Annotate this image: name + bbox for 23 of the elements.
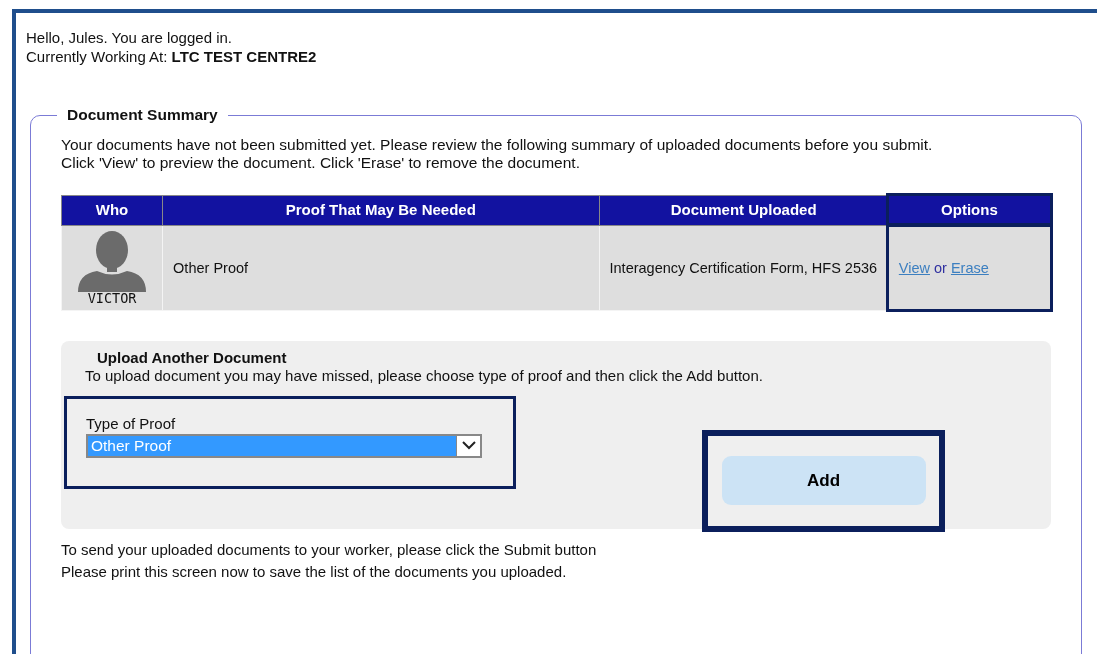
column-header: Document Uploaded bbox=[599, 195, 889, 226]
chevron-down-icon bbox=[461, 441, 476, 451]
note-text: To send your uploaded documents to your worker, please click the Submit button bbox=[61, 540, 598, 560]
table-cell: Interagency Certification Form, HFS 2536 bbox=[609, 259, 878, 276]
working-at-text: Currently Working At: LTC TEST CENTRE2 bbox=[26, 47, 318, 67]
table-cell: Other Proof bbox=[173, 259, 249, 276]
view-link[interactable]: View bbox=[898, 259, 930, 276]
add-button[interactable]: Add bbox=[721, 456, 926, 506]
note-text: Please print this screen now to save the list of the documents you uploaded. bbox=[61, 563, 568, 583]
or-text: or bbox=[933, 259, 948, 276]
column-header: Options bbox=[888, 195, 1051, 226]
column-header: Who bbox=[61, 195, 163, 226]
greeting-text: Hello, Jules. You are logged in. bbox=[26, 29, 233, 48]
field-label: Type of Proof bbox=[86, 415, 177, 434]
column-header: Proof That May Be Needed bbox=[162, 195, 600, 226]
instruction-text: Your documents have not been submitted yet. Please review the following summary of uploaded documents before you submit. bbox=[61, 135, 934, 155]
erase-link[interactable]: Erase bbox=[950, 259, 989, 276]
proof-type-dropdown[interactable]: Other Proof bbox=[86, 433, 482, 458]
instruction-text: Click 'View' to preview the document. Click 'Erase' to remove the document. bbox=[61, 154, 581, 173]
upload-instructions: To upload document you may have missed, please choose type of proof and then click the Add button. bbox=[85, 367, 764, 387]
person-silhouette-icon bbox=[77, 229, 148, 292]
person-name: VICTOR bbox=[86, 291, 138, 308]
upload-title: Upload Another Document bbox=[97, 348, 288, 368]
